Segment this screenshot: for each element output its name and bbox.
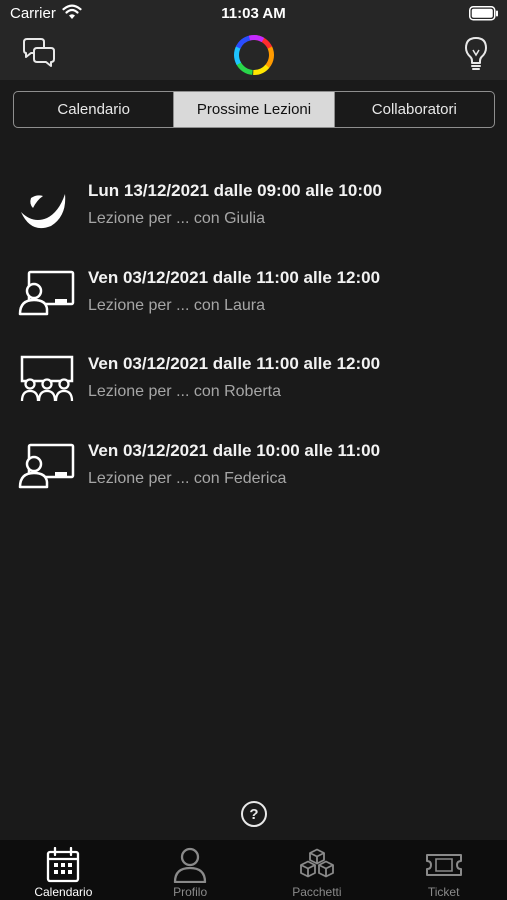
teacher-board-icon [18,443,75,488]
list-item[interactable]: Lun 13/12/2021 dalle 09:00 alle 10:00 Le… [0,170,507,257]
lesson-subtitle: Lezione per ... con Roberta [88,383,282,400]
lesson-subtitle: Lezione per ... con Laura [88,296,266,314]
tab-calendario[interactable]: Calendario [0,840,127,900]
chat-bubbles-icon[interactable] [20,38,58,70]
segment-calendario[interactable]: Calendario [14,92,175,127]
tab-label: Pacchetti [292,885,342,899]
lesson-title: Ven 03/12/2021 dalle 11:00 alle 12:00 [88,267,381,287]
app-screen: Carrier 11:03 AM Calendario Prossime Lez… [0,0,507,900]
lesson-list: Lun 13/12/2021 dalle 09:00 alle 10:00 Le… [0,170,507,516]
status-bar: Carrier 11:03 AM [0,0,507,30]
lesson-title: Lun 13/12/2021 dalle 09:00 alle 10:00 [88,181,382,200]
tab-profilo[interactable]: Profilo [127,840,254,900]
lightbulb-icon[interactable] [462,36,490,72]
segment-collaboratori[interactable]: Collaboratori [335,92,494,127]
boxes-icon [299,848,334,878]
battery-icon [469,6,498,21]
list-item[interactable]: Ven 03/12/2021 dalle 11:00 alle 12:00 Le… [0,343,507,430]
list-item[interactable]: Ven 03/12/2021 dalle 11:00 alle 12:00 Le… [0,257,507,344]
tab-pacchetti[interactable]: Pacchetti [254,840,381,900]
segment-prossime-lezioni[interactable]: Prossime Lezioni [174,92,335,127]
navigation-bar [0,30,507,80]
lesson-subtitle: Lezione per ... con Federica [88,469,287,487]
ticket-icon [425,854,462,876]
teacher-board-icon [18,270,75,315]
clock-label: 11:03 AM [221,5,286,22]
calendar-icon [47,847,80,883]
help-button[interactable]: ? [241,801,267,827]
tab-ticket[interactable]: Ticket [380,840,507,900]
lesson-subtitle: Lezione per ... con Giulia [88,210,265,227]
lesson-title: Ven 03/12/2021 dalle 11:00 alle 12:00 [88,354,381,373]
color-ring-logo [234,35,274,75]
lesson-title: Ven 03/12/2021 dalle 10:00 alle 11:00 [88,440,381,460]
tab-label: Ticket [427,885,460,899]
classroom-group-icon [20,355,74,402]
segmented-control: Calendario Prossime Lezioni Collaborator… [13,91,495,128]
tab-bar: Calendario Profilo Pacchetti Ticket [0,840,507,900]
list-item[interactable]: Ven 03/12/2021 dalle 10:00 alle 11:00 Le… [0,430,507,517]
tab-label: Profilo [173,885,208,899]
tab-label: Calendario [34,885,93,899]
wave-logo-icon [21,194,66,229]
person-icon [173,847,207,883]
